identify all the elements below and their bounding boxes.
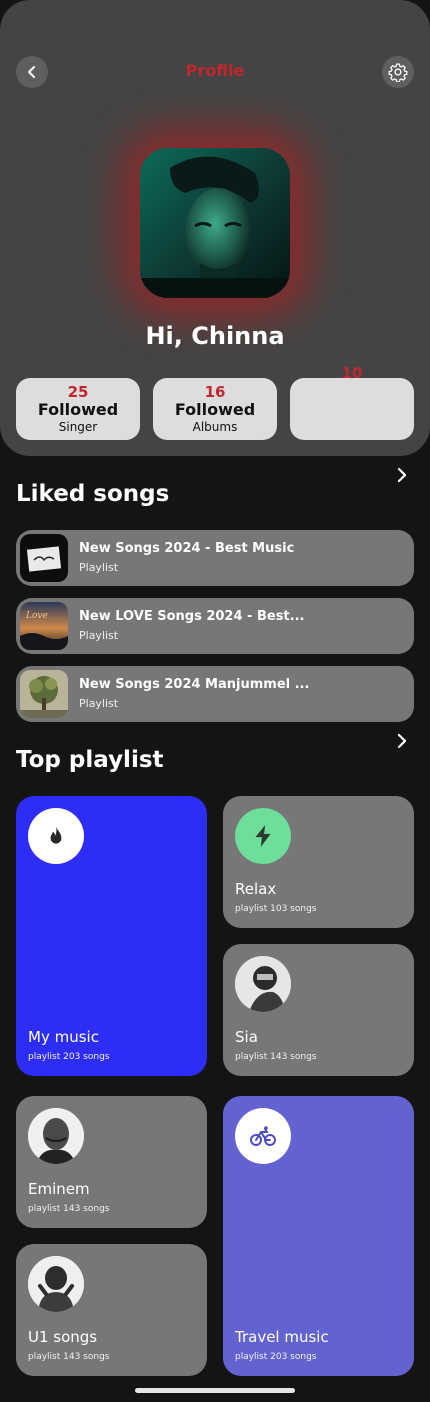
greeting-text: Hi, Chinna [145,322,285,350]
tile-subtitle: playlist 143 songs [28,1204,110,1214]
stat-count: 10 [341,364,363,382]
tile-subtitle: playlist 103 songs [235,904,317,914]
liked-songs-title: Liked songs [16,481,170,507]
song-subtitle: Playlist [79,561,119,574]
artist-avatar [28,1108,84,1164]
song-subtitle: Playlist [79,629,119,642]
svg-text:Love: Love [25,611,48,621]
tile-subtitle: playlist 143 songs [28,1352,110,1362]
song-row[interactable]: New Songs 2024 - Best Music Playlist [16,530,414,586]
tile-subtitle: playlist 143 songs [235,1052,317,1062]
tile-name: U1 songs [28,1328,98,1346]
tile-subtitle: playlist 203 songs [235,1352,317,1362]
gear-icon [388,63,408,82]
chevron-right-icon[interactable] [394,467,410,483]
artist-avatar [28,1256,84,1312]
top-playlist-title: Top playlist [16,747,164,773]
playlist-tile-u1-songs[interactable]: U1 songs playlist 143 songs [16,1244,207,1376]
song-row[interactable]: New Songs 2024 Manjummel ... Playlist [16,666,414,722]
playlist-tile-sia[interactable]: Sia playlist 143 songs [223,944,414,1076]
playlist-tile-travel-music[interactable]: Travel music playlist 203 songs [223,1096,414,1376]
tile-name: Relax [235,880,277,898]
stat-count: 25 [67,383,89,401]
stat-third[interactable] [290,378,414,440]
page-title: Profile [185,61,245,80]
playlist-tile-my-music[interactable]: My music playlist 203 songs [16,796,207,1076]
tile-name: Travel music [235,1328,329,1346]
lightning-icon [235,808,291,864]
flame-icon [28,808,84,864]
stat-sublabel: Singer [58,420,98,434]
tile-subtitle: playlist 203 songs [28,1052,110,1062]
song-title: New LOVE Songs 2024 - Best... [79,609,305,624]
song-thumbnail [20,670,68,718]
stat-followed-singer[interactable]: 25 Followed Singer [16,378,140,440]
avatar-photo [140,148,290,298]
tile-name: Sia [235,1028,258,1046]
stat-followed-albums[interactable]: 16 Followed Albums [153,378,277,440]
song-thumbnail [20,534,68,582]
song-title: New Songs 2024 Manjummel ... [79,677,310,692]
stat-label: Followed [174,400,256,419]
profile-avatar[interactable] [140,148,290,298]
song-row[interactable]: Love New LOVE Songs 2024 - Best... Playl… [16,598,414,654]
tile-name: Eminem [28,1180,90,1198]
playlist-tile-relax[interactable]: Relax playlist 103 songs [223,796,414,928]
stat-sublabel: Albums [192,420,238,434]
song-thumbnail: Love [20,602,68,650]
song-title: New Songs 2024 - Best Music [79,541,295,556]
settings-button[interactable] [382,56,414,88]
home-indicator[interactable] [135,1388,295,1393]
playlist-tile-eminem[interactable]: Eminem playlist 143 songs [16,1096,207,1228]
chevron-right-icon[interactable] [394,733,410,749]
song-subtitle: Playlist [79,697,119,710]
tile-name: My music [28,1028,99,1046]
bicycle-icon [235,1108,291,1164]
artist-avatar [235,956,291,1012]
stat-count: 16 [204,383,226,401]
stat-label: Followed [37,400,119,419]
